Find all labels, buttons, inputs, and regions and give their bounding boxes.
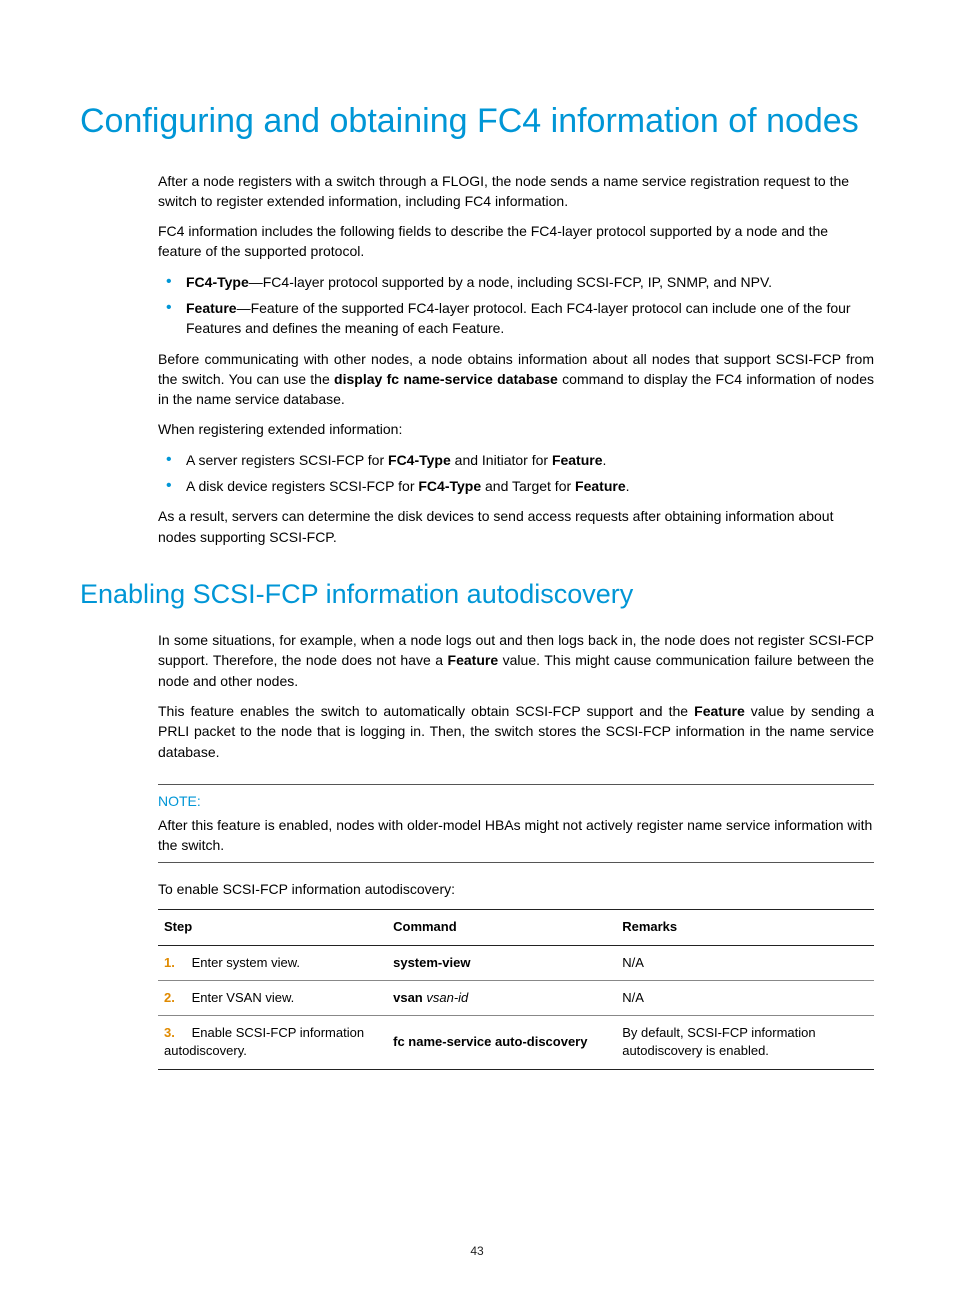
page-number: 43 <box>0 1244 954 1258</box>
paragraph: Before communicating with other nodes, a… <box>158 349 874 410</box>
remarks-cell: N/A <box>616 945 874 980</box>
paragraph: As a result, servers can determine the d… <box>158 506 874 547</box>
command-name: display fc name-service database <box>334 371 558 387</box>
text: . <box>603 452 607 468</box>
command-table: Step Command Remarks 1. Enter system vie… <box>158 909 874 1070</box>
command-bold: vsan <box>393 990 423 1005</box>
autodiscovery-section: In some situations, for example, when a … <box>158 630 874 1070</box>
field-text: —Feature of the supported FC4-layer prot… <box>186 300 851 336</box>
command-italic: vsan-id <box>423 990 469 1005</box>
feature-label: Feature <box>575 478 626 494</box>
field-label: FC4-Type <box>186 274 249 290</box>
remarks-cell: By default, SCSI-FCP information autodis… <box>616 1016 874 1069</box>
step-number: 1. <box>164 954 188 972</box>
list-item: A server registers SCSI-FCP for FC4-Type… <box>158 450 874 470</box>
feature-label: Feature <box>694 703 745 719</box>
step-cell: 2. Enter VSAN view. <box>158 981 387 1016</box>
command-cell: system-view <box>387 945 616 980</box>
list-item: FC4-Type—FC4-layer protocol supported by… <box>158 272 874 292</box>
feature-label: Feature <box>552 452 603 468</box>
note-separator-bottom <box>158 862 874 863</box>
text: A disk device registers SCSI-FCP for <box>186 478 418 494</box>
column-header-command: Command <box>387 910 616 946</box>
remarks-cell: N/A <box>616 981 874 1016</box>
table-row: 3. Enable SCSI-FCP information autodisco… <box>158 1016 874 1069</box>
step-text: Enter VSAN view. <box>192 990 295 1005</box>
table-header-row: Step Command Remarks <box>158 910 874 946</box>
text: This feature enables the switch to autom… <box>158 703 694 719</box>
paragraph: After a node registers with a switch thr… <box>158 171 874 212</box>
paragraph: FC4 information includes the following f… <box>158 221 874 262</box>
intro-section: After a node registers with a switch thr… <box>158 171 874 547</box>
column-header-remarks: Remarks <box>616 910 874 946</box>
command-bold: system-view <box>393 955 470 970</box>
note-separator-top <box>158 784 874 785</box>
table-row: 1. Enter system view. system-view N/A <box>158 945 874 980</box>
paragraph: To enable SCSI-FCP information autodisco… <box>158 879 874 899</box>
page-title: Configuring and obtaining FC4 informatio… <box>80 100 874 143</box>
feature-label: Feature <box>448 652 499 668</box>
step-cell: 3. Enable SCSI-FCP information autodisco… <box>158 1016 387 1069</box>
list-item: A disk device registers SCSI-FCP for FC4… <box>158 476 874 496</box>
paragraph: When registering extended information: <box>158 419 874 439</box>
step-number: 2. <box>164 989 188 1007</box>
note-label: NOTE: <box>158 791 874 811</box>
note-body: After this feature is enabled, nodes wit… <box>158 815 874 856</box>
step-number: 3. <box>164 1024 188 1042</box>
list-item: Feature—Feature of the supported FC4-lay… <box>158 298 874 339</box>
field-text: —FC4-layer protocol supported by a node,… <box>249 274 772 290</box>
command-bold: fc name-service auto-discovery <box>393 1034 587 1049</box>
paragraph: In some situations, for example, when a … <box>158 630 874 691</box>
text: and Initiator for <box>451 452 552 468</box>
fc4-type-label: FC4-Type <box>388 452 451 468</box>
field-list: FC4-Type—FC4-layer protocol supported by… <box>158 272 874 339</box>
document-page: Configuring and obtaining FC4 informatio… <box>0 0 954 1296</box>
registration-list: A server registers SCSI-FCP for FC4-Type… <box>158 450 874 497</box>
step-text: Enter system view. <box>192 955 300 970</box>
step-cell: 1. Enter system view. <box>158 945 387 980</box>
paragraph: This feature enables the switch to autom… <box>158 701 874 762</box>
command-cell: vsan vsan-id <box>387 981 616 1016</box>
step-text: Enable SCSI-FCP information autodiscover… <box>164 1025 364 1058</box>
text: A server registers SCSI-FCP for <box>186 452 388 468</box>
command-cell: fc name-service auto-discovery <box>387 1016 616 1069</box>
column-header-step: Step <box>158 910 387 946</box>
text: and Target for <box>481 478 575 494</box>
text: . <box>626 478 630 494</box>
field-label: Feature <box>186 300 237 316</box>
fc4-type-label: FC4-Type <box>418 478 481 494</box>
section-heading: Enabling SCSI-FCP information autodiscov… <box>80 577 874 612</box>
table-row: 2. Enter VSAN view. vsan vsan-id N/A <box>158 981 874 1016</box>
